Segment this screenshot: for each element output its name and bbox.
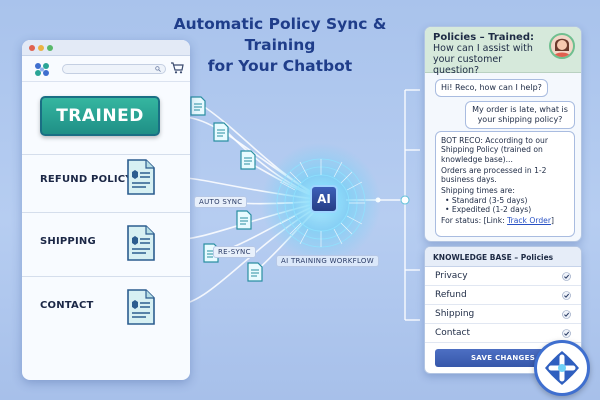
kb-item-shipping[interactable]: Shipping <box>425 305 581 324</box>
check-icon[interactable] <box>562 329 571 338</box>
chat-user-bubble: My order is late, what is your shipping … <box>465 101 575 129</box>
bot-time-standard: • Standard (3-5 days) <box>445 195 528 205</box>
window-close-dot[interactable] <box>29 45 35 51</box>
kb-item-label: Refund <box>435 290 467 300</box>
cart-icon[interactable] <box>170 62 184 74</box>
window-title-bar <box>22 40 190 56</box>
window-minimize-dot[interactable] <box>38 45 44 51</box>
bot-time-expedited: • Expedited (1-2 days) <box>445 205 532 215</box>
kb-item-label: Shipping <box>435 309 475 319</box>
check-icon[interactable] <box>562 310 571 319</box>
knowledge-base-title: KNOWLEDGE BASE – Policies <box>425 247 581 267</box>
ai-chip-icon: AI <box>310 185 338 213</box>
floating-document-icon <box>236 210 252 230</box>
bot-intro-text: BOT RECO: According to our Shipping Poli… <box>441 136 548 164</box>
chat-header: Policies – Trained: How can I assist wit… <box>425 27 581 76</box>
search-input[interactable] <box>62 64 166 74</box>
section-divider <box>22 212 190 213</box>
kb-item-label: Contact <box>435 328 471 338</box>
kb-item-privacy[interactable]: Privacy <box>425 267 581 286</box>
website-window: TRAINED REFUND POLICY SHIPPING CONTACT <box>22 40 190 380</box>
logo-icon[interactable] <box>32 60 52 78</box>
kb-item-label: Privacy <box>435 271 468 281</box>
kb-item-refund[interactable]: Refund <box>425 286 581 305</box>
ai-training-workflow-caption: AI TRAINING WORKFLOW <box>276 255 379 267</box>
bot-times-heading: Shipping times are: <box>441 186 515 196</box>
trained-badge: TRAINED <box>40 96 160 136</box>
chat-greeting-bubble: Hi! Reco, how can I help? <box>435 79 548 97</box>
section-label-shipping[interactable]: SHIPPING <box>40 236 96 247</box>
section-divider <box>22 276 190 277</box>
chat-subtitle: How can I assist with your customer ques… <box>433 43 533 76</box>
check-icon[interactable] <box>562 272 571 281</box>
search-icon[interactable] <box>155 66 161 72</box>
track-order-link[interactable]: Track Order <box>507 216 551 225</box>
avatar-icon <box>549 33 575 59</box>
floating-document-icon <box>213 122 229 142</box>
website-nav-bar <box>22 56 190 82</box>
bot-status-prefix: For status: [Link: <box>441 216 508 226</box>
bot-status-line: For status: [Link: Track Order] <box>441 216 569 225</box>
section-label-refund-policy[interactable]: REFUND POLICY <box>40 174 133 185</box>
check-icon[interactable] <box>562 291 571 300</box>
section-label-contact[interactable]: CONTACT <box>40 300 94 311</box>
window-maximize-dot[interactable] <box>47 45 53 51</box>
re-sync-tag: RE-SYNC <box>213 246 256 258</box>
floating-document-icon <box>190 96 206 116</box>
auto-sync-tag: AUTO SYNC <box>194 196 248 208</box>
document-icon[interactable] <box>126 288 156 326</box>
chatbot-panel: Policies – Trained: How can I assist wit… <box>424 26 582 242</box>
bot-status-suffix: ] <box>550 216 554 226</box>
document-icon[interactable] <box>126 224 156 262</box>
chat-bot-response: BOT RECO: According to our Shipping Poli… <box>435 131 575 237</box>
app-logo-icon <box>534 340 590 396</box>
bot-processing-text: Orders are processed in 1-2 business day… <box>441 165 547 185</box>
section-divider <box>22 154 190 155</box>
floating-document-icon <box>240 150 256 170</box>
document-icon[interactable] <box>126 158 156 196</box>
